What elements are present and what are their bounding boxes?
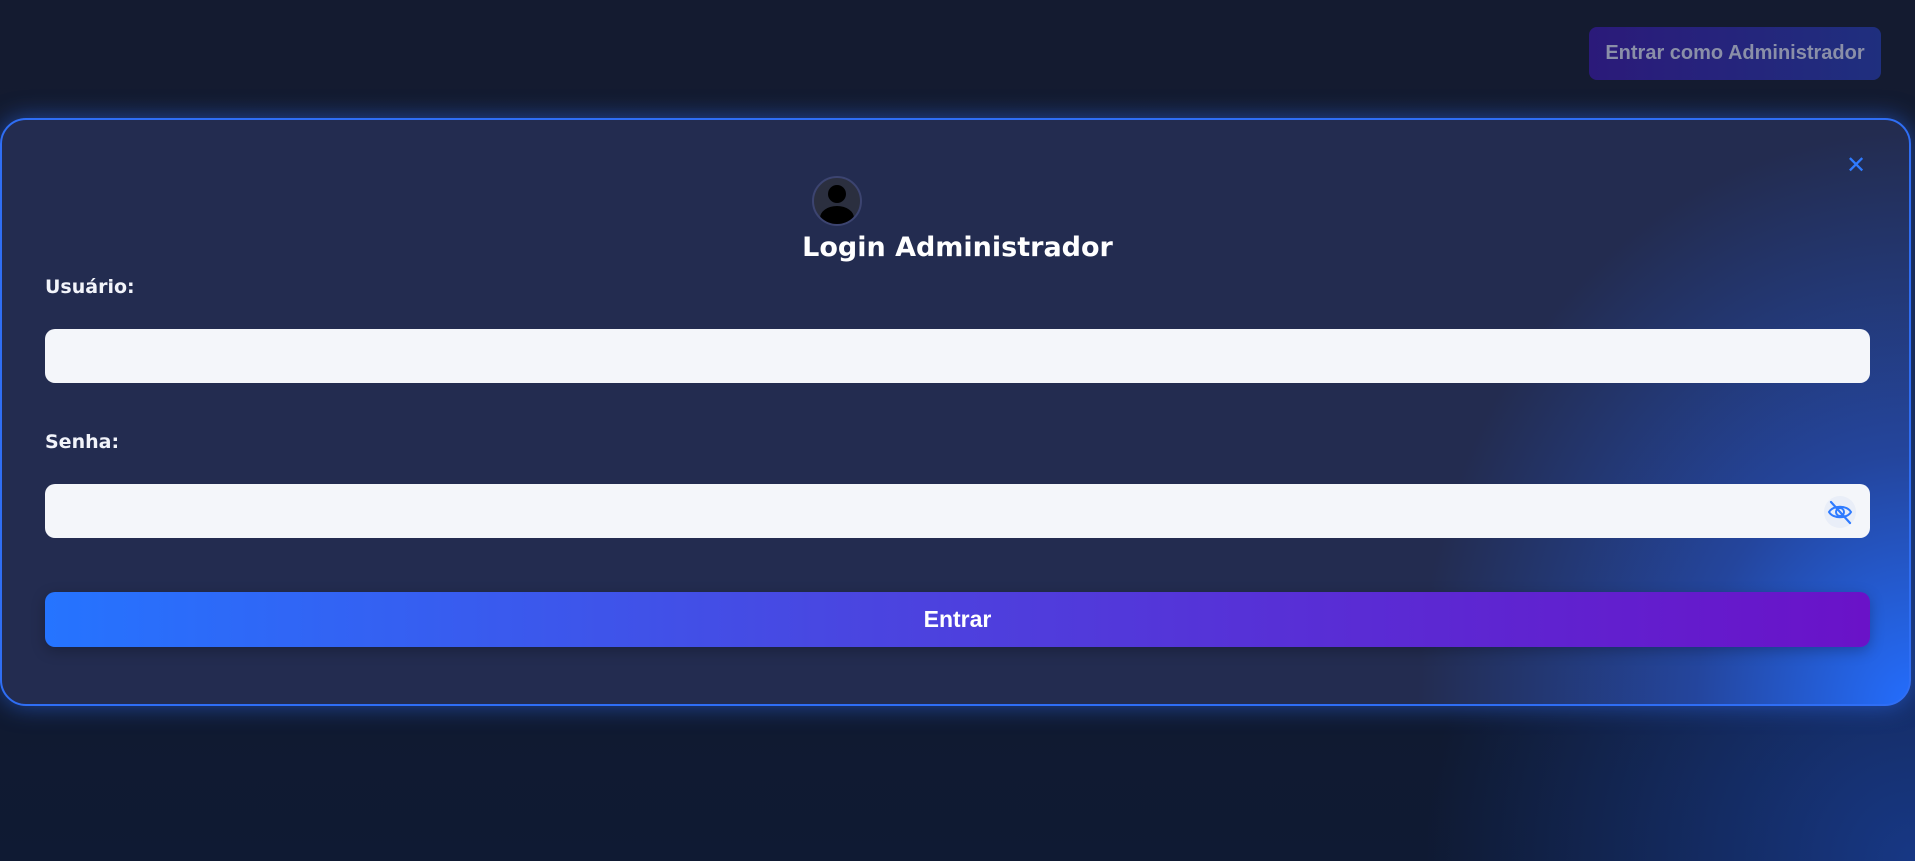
username-label: Usuário: xyxy=(45,276,135,298)
password-input[interactable] xyxy=(45,484,1870,538)
password-label: Senha: xyxy=(45,431,120,453)
close-icon[interactable]: ✕ xyxy=(1845,153,1867,177)
username-input[interactable] xyxy=(45,329,1870,383)
password-visibility-toggle[interactable] xyxy=(1824,496,1856,528)
modal-title: Login Administrador xyxy=(802,232,1113,263)
submit-login-button[interactable]: Entrar xyxy=(45,592,1870,647)
eye-slash-icon xyxy=(1827,500,1853,525)
admin-login-button[interactable]: Entrar como Administrador xyxy=(1589,27,1881,80)
admin-login-modal: ✕ Login Administrador Usuário: Senha: En… xyxy=(0,118,1911,706)
user-avatar-icon xyxy=(812,176,862,226)
